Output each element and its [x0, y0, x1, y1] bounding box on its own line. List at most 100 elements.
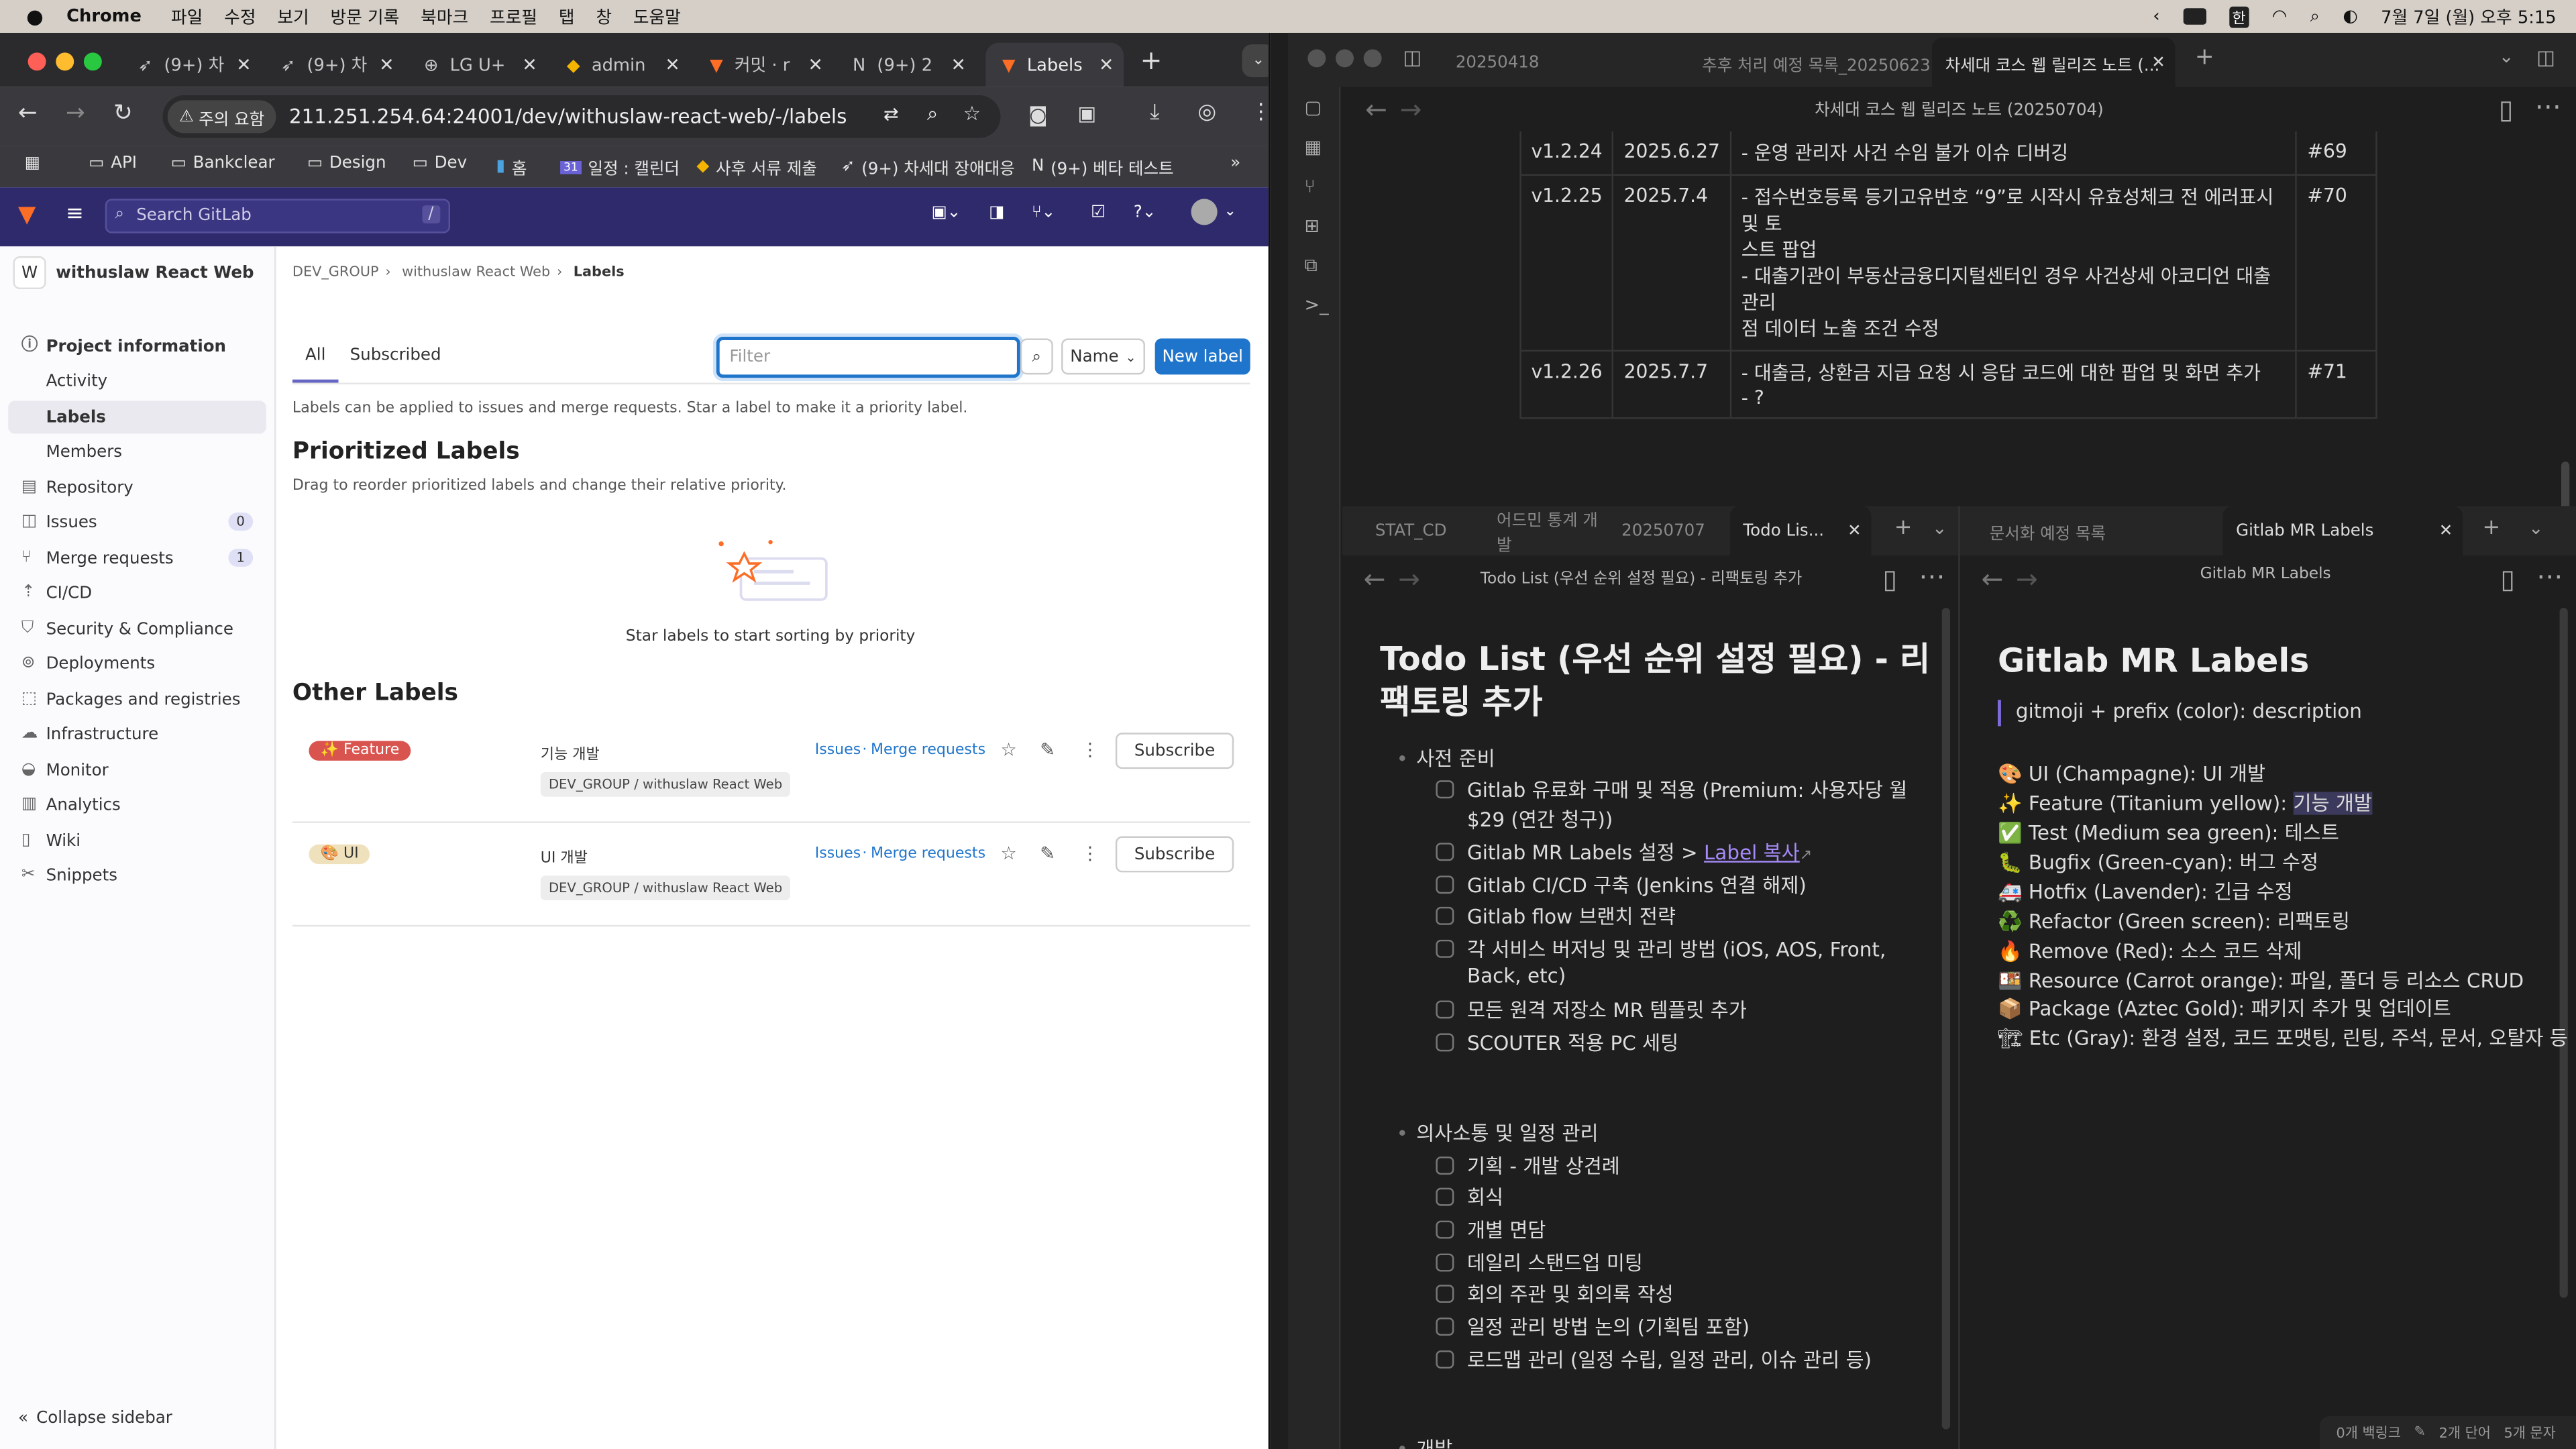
canvas-icon[interactable]: ⊞: [1305, 215, 1320, 237]
scrollbar[interactable]: [1941, 608, 1950, 1430]
menu-item[interactable]: 수정: [224, 4, 256, 29]
bookmark-link[interactable]: 31 일정 : 캘린더: [560, 154, 680, 179]
gitlab-logo-icon[interactable]: ▼: [18, 202, 36, 228]
back-icon[interactable]: ←: [18, 100, 38, 126]
apple-icon[interactable]: ●: [26, 5, 44, 28]
menu-item[interactable]: 창: [596, 4, 612, 29]
search-icon[interactable]: ⌕: [2310, 6, 2320, 28]
breadcrumb-link[interactable]: DEV_GROUP: [292, 264, 379, 280]
collapse-sidebar-button[interactable]: « Collapse sidebar: [18, 1409, 172, 1428]
obsidian-tab[interactable]: 문서화 예정 목록: [1976, 506, 2206, 555]
issues-link[interactable]: Issues: [815, 743, 861, 759]
label-badge[interactable]: 🎨 UI: [309, 844, 370, 865]
checklist-item[interactable]: 회의 주관 및 회의록 작성: [1436, 1280, 1674, 1308]
checklist-item[interactable]: 일정 관리 방법 논의 (기획팀 포함): [1436, 1313, 1750, 1341]
sidebar-item-security[interactable]: ⛉ Security & Compliance: [8, 612, 266, 645]
copy-icon[interactable]: ⧉: [1305, 255, 1318, 278]
sidebar-item-wiki[interactable]: ▯ Wiki: [8, 824, 266, 857]
label-copy-link[interactable]: Label 복사: [1704, 841, 1800, 864]
sidebar-item-monitor[interactable]: ◒ Monitor: [8, 754, 266, 787]
obsidian-tab[interactable]: STAT_CD: [1362, 506, 1477, 555]
calendar-icon[interactable]: ▦: [1305, 136, 1322, 158]
tab-search-button[interactable]: ⌄: [1242, 44, 1269, 78]
sidebar-item-deployments[interactable]: ⊚ Deployments: [8, 647, 266, 680]
chevron-left-icon[interactable]: ‹: [2153, 7, 2159, 26]
zoom-window-button[interactable]: [1363, 49, 1382, 68]
more-options-icon[interactable]: ⋯: [2536, 560, 2563, 592]
more-options-icon[interactable]: ⋯: [1919, 560, 1945, 592]
subscribe-button[interactable]: Subscribe: [1115, 733, 1234, 769]
tab-all[interactable]: All: [292, 337, 339, 383]
close-icon[interactable]: ✕: [1847, 522, 1862, 540]
filter-search-button[interactable]: ⌕: [1020, 338, 1053, 375]
checkbox[interactable]: [1436, 875, 1454, 894]
wifi-icon[interactable]: ◠: [2272, 7, 2287, 26]
checklist-item[interactable]: Gitlab 유료화 구매 및 적용 (Premium: 사용자당 월: [1436, 775, 1907, 804]
new-tab-icon[interactable]: +: [1894, 516, 1913, 541]
checkbox[interactable]: [1436, 1285, 1454, 1303]
label-badge[interactable]: ✨ Feature: [309, 741, 411, 761]
menu-item[interactable]: 북마크: [421, 4, 468, 29]
sidebar-item-cicd[interactable]: ⇡ CI/CD: [8, 577, 266, 610]
reading-mode-icon[interactable]: ▯: [1883, 564, 1898, 595]
chevron-down-icon[interactable]: ⌄: [1932, 517, 1947, 539]
sort-dropdown[interactable]: Name ⌄: [1061, 338, 1145, 375]
more-actions-icon[interactable]: ⋮: [1081, 739, 1099, 761]
pane-divider[interactable]: [1958, 506, 1960, 1449]
back-icon[interactable]: ←: [1364, 564, 1386, 595]
obsidian-tab-active[interactable]: Gitlab MR Labels ✕: [2222, 506, 2463, 555]
close-icon[interactable]: ✕: [379, 54, 394, 76]
bookmark-link[interactable]: ◆ 사후 서류 제출: [696, 154, 816, 179]
keyboard-icon[interactable]: [2182, 8, 2206, 25]
menu-item[interactable]: 방문 기록: [331, 4, 400, 29]
checklist-item[interactable]: 개별 면담: [1436, 1216, 1546, 1244]
sidebar-item-analytics[interactable]: ▥ Analytics: [8, 789, 266, 822]
sidebar-item-project-information[interactable]: ⓘ Project information: [8, 330, 266, 363]
new-tab-icon[interactable]: +: [1140, 44, 1163, 76]
checkbox[interactable]: [1436, 1033, 1454, 1052]
close-icon[interactable]: ✕: [951, 54, 966, 76]
browser-tab[interactable]: ▼ 커밋 · r ✕: [693, 43, 833, 87]
close-icon[interactable]: ✕: [1099, 54, 1114, 76]
gitlab-search-input[interactable]: ⌕ Search GitLab /: [105, 199, 451, 233]
checkbox[interactable]: [1436, 1318, 1454, 1336]
avatar[interactable]: [1191, 199, 1218, 225]
camera-icon[interactable]: ◙: [1028, 103, 1048, 126]
checklist-item[interactable]: 회식: [1436, 1183, 1503, 1211]
close-icon[interactable]: ✕: [2439, 522, 2453, 540]
sidebar-item-packages[interactable]: ⬚ Packages and registries: [8, 684, 266, 716]
merge-requests-icon[interactable]: ⑂⌄: [1032, 204, 1055, 222]
input-source-icon[interactable]: 한: [2229, 5, 2249, 28]
new-tab-icon[interactable]: +: [2482, 516, 2500, 541]
control-center-icon[interactable]: ◐: [2343, 7, 2357, 26]
edit-pencil-icon[interactable]: ✎: [1040, 843, 1055, 864]
star-icon[interactable]: ☆: [1000, 739, 1016, 761]
tab-subscribed[interactable]: Subscribed: [350, 347, 441, 365]
close-icon[interactable]: ✕: [236, 54, 252, 76]
more-bookmarks-icon[interactable]: »: [1230, 154, 1240, 172]
forward-icon[interactable]: →: [66, 100, 85, 126]
clock[interactable]: 7월 7일 (월) 오후 5:15: [2381, 4, 2557, 29]
checkbox[interactable]: [1436, 1000, 1454, 1019]
bookmark-folder[interactable]: ▭ API: [89, 154, 137, 172]
close-icon[interactable]: ✕: [2151, 54, 2165, 72]
sidebar-item-repository[interactable]: ▤ Repository: [8, 472, 266, 504]
project-header[interactable]: W withuslaw React Web: [13, 255, 254, 291]
bookmark-star-icon[interactable]: ☆: [963, 102, 981, 125]
checkbox[interactable]: [1436, 1157, 1454, 1175]
translate-icon[interactable]: ⇄: [883, 103, 899, 125]
obsidian-tab-active[interactable]: Todo Lis... ✕: [1729, 506, 1872, 555]
more-options-icon[interactable]: ⋯: [2535, 91, 2561, 122]
right-sidebar-toggle-icon[interactable]: ◫: [2536, 46, 2555, 69]
issues-icon[interactable]: ◨: [989, 204, 1004, 222]
reading-mode-icon[interactable]: ▯: [2500, 564, 2515, 595]
bookmark-link[interactable]: ➶ (9+) 차세대 장애대응: [841, 154, 1015, 179]
bookmark-folder[interactable]: ▭ Design: [307, 154, 386, 172]
browser-tab[interactable]: ➶ (9+) 차 ✕: [121, 43, 261, 87]
browser-tab[interactable]: ➶ (9+) 차 ✕: [264, 43, 404, 87]
browser-tab[interactable]: N (9+) 2 ✕: [837, 43, 976, 87]
checklist-item[interactable]: Gitlab MR Labels 설정 > Label 복사↗: [1436, 838, 1812, 866]
sidebar-item-merge-requests[interactable]: ⑂ Merge requests 1: [8, 542, 266, 575]
graph-icon[interactable]: ⑂: [1305, 176, 1316, 197]
reload-icon[interactable]: ↻: [113, 100, 133, 126]
